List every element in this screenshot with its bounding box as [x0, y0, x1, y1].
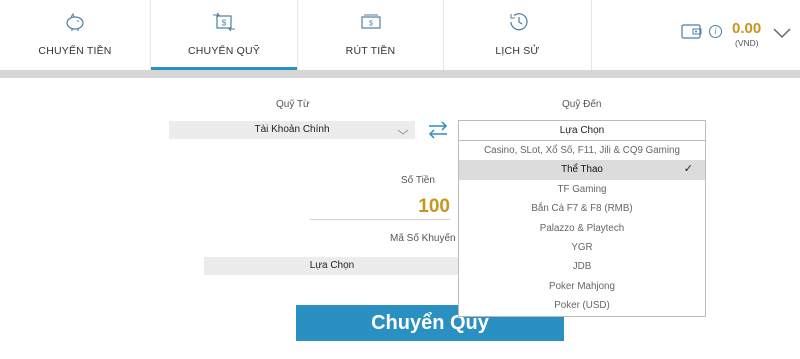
tab-label: LỊCH SỬ — [495, 45, 540, 57]
chevron-down-icon — [397, 125, 409, 143]
to-fund-label: Quỹ Đến — [562, 99, 602, 110]
top-nav: CHUYỂN TIỀN $ CHUYỂN QUỸ $ RÚT TIỀN LỊCH… — [0, 0, 800, 70]
dropdown-option[interactable]: TF Gaming — [459, 180, 705, 199]
dropdown-option[interactable]: Casino, SLot, Xổ Số, F11, Jili & CQ9 Gam… — [459, 141, 705, 160]
divider-bar — [0, 70, 800, 78]
amount-input[interactable]: 100 — [310, 195, 450, 220]
checkmark-icon: ✓ — [683, 163, 693, 176]
piggy-bank-icon — [61, 10, 89, 34]
svg-text:$: $ — [222, 19, 227, 28]
to-fund-selected[interactable]: Lựa Chọn — [459, 121, 705, 141]
dropdown-option-selected[interactable]: Thể Thao ✓ — [459, 160, 705, 180]
amount-label: Số Tiền — [401, 175, 435, 186]
dropdown-option[interactable]: JDB — [459, 257, 705, 276]
from-fund-select[interactable]: Tài Khoản Chính — [169, 121, 415, 139]
swap-arrows-icon[interactable] — [427, 120, 449, 145]
wallet-balance[interactable]: i 0.00 (VND) — [592, 0, 800, 70]
dropdown-option[interactable]: Poker (USD) — [459, 296, 705, 315]
svg-text:$: $ — [369, 21, 373, 28]
dropdown-option[interactable]: YGR — [459, 238, 705, 257]
tab-label: CHUYỂN TIỀN — [38, 45, 112, 57]
history-clock-icon — [504, 10, 532, 34]
from-fund-value: Tài Khoản Chính — [254, 124, 330, 135]
dropdown-option[interactable]: Bắn Cá F7 & F8 (RMB) — [459, 199, 705, 218]
tab-label: RÚT TIỀN — [345, 45, 396, 57]
option-label: Thể Thao — [561, 164, 603, 176]
tab-chuyen-tien[interactable]: CHUYỂN TIỀN — [0, 0, 151, 70]
dropdown-option[interactable]: Palazzo & Playtech — [459, 219, 705, 238]
dropdown-option[interactable]: Poker Mahjong — [459, 277, 705, 296]
to-fund-dropdown[interactable]: Lựa Chọn Casino, SLot, Xổ Số, F11, Jili … — [458, 120, 706, 317]
tab-label: CHUYỂN QUỸ — [187, 45, 260, 57]
chevron-down-icon[interactable] — [772, 26, 792, 44]
promo-code-value: Lựa Chọn — [309, 260, 355, 271]
wallet-icon — [681, 22, 703, 45]
info-icon[interactable]: i — [709, 25, 722, 38]
from-fund-label: Quỹ Từ — [276, 99, 310, 110]
balance-amount: 0.00 — [732, 20, 762, 37]
withdraw-money-icon: $ — [357, 10, 385, 34]
promo-code-label: Mã Số Khuyến M — [390, 233, 467, 244]
tab-lich-su[interactable]: LỊCH SỬ — [444, 0, 592, 70]
tab-chuyen-quy[interactable]: $ CHUYỂN QUỸ — [151, 0, 298, 70]
balance-currency: (VND) — [735, 38, 759, 48]
promo-code-select[interactable]: Lựa Chọn — [204, 257, 460, 275]
tab-rut-tien[interactable]: $ RÚT TIỀN — [298, 0, 444, 70]
transfer-money-icon: $ — [210, 10, 238, 34]
